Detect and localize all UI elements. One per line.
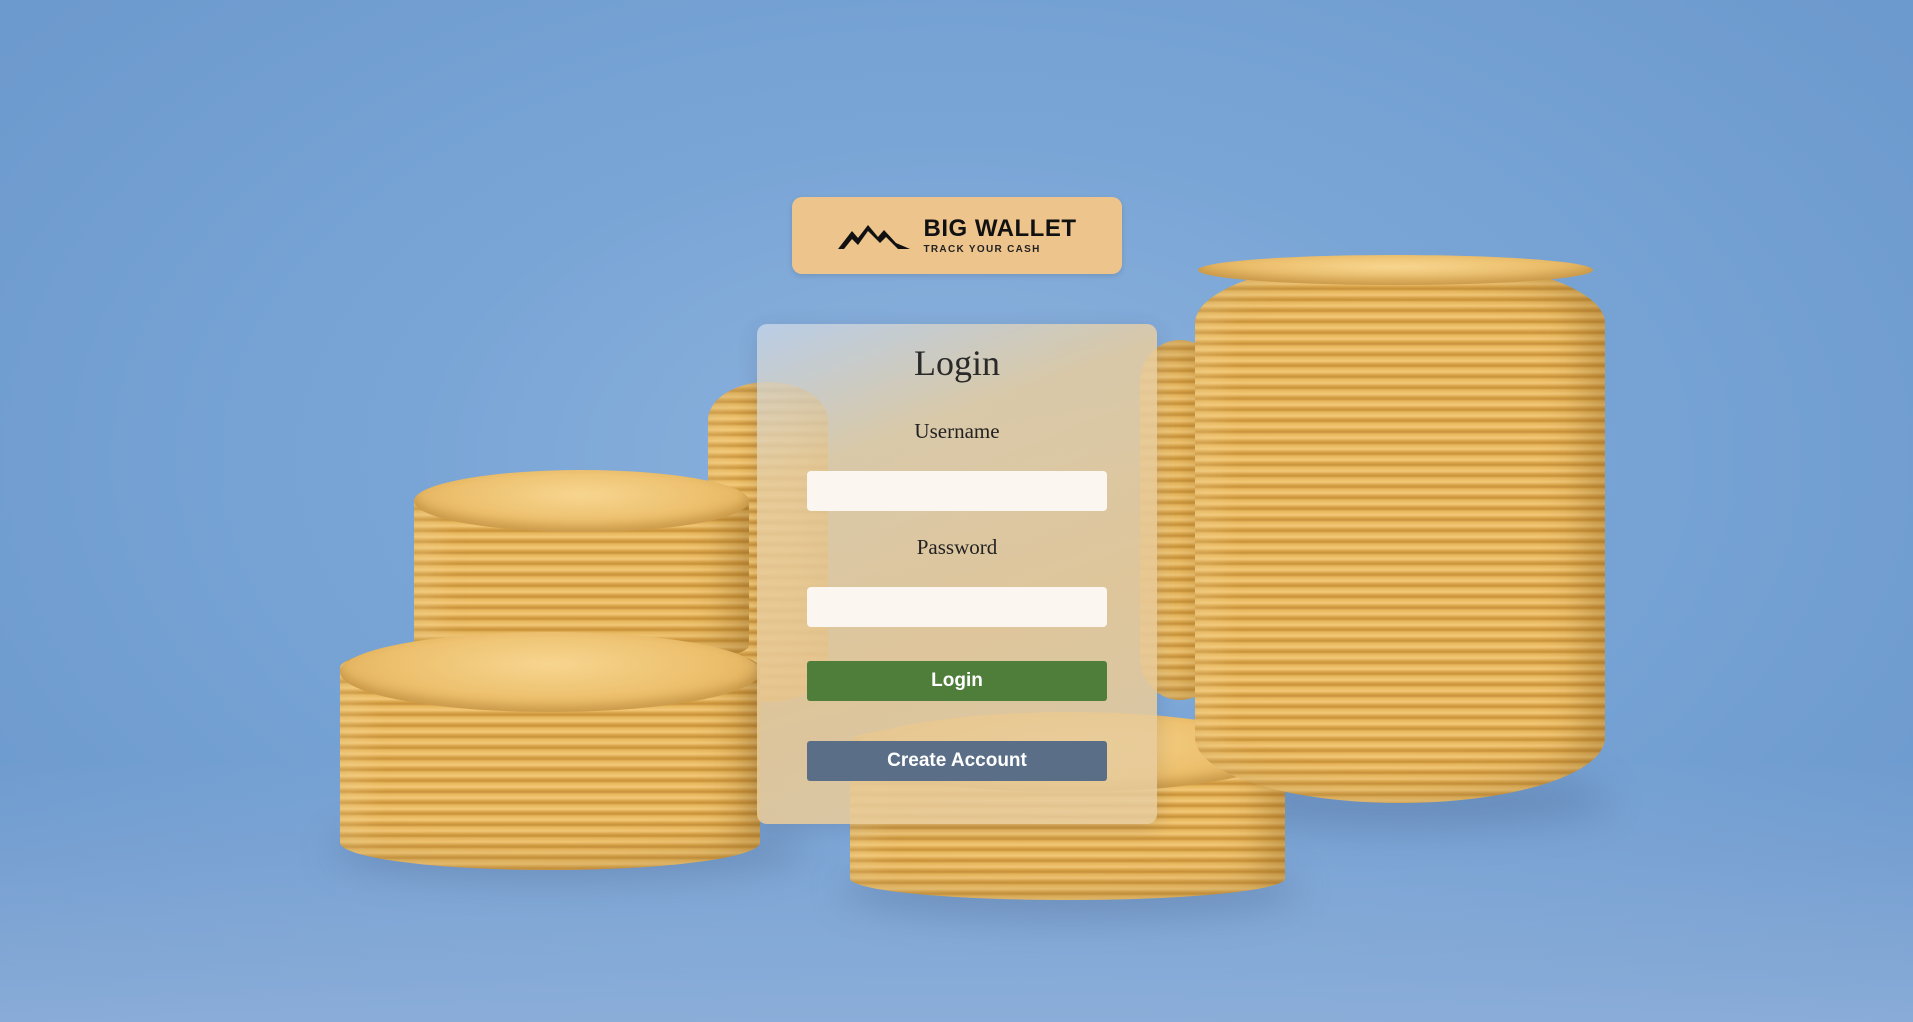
- login-card: Login Username Password Login Create Acc…: [757, 324, 1157, 824]
- password-label: Password: [916, 535, 998, 559]
- logo-tagline: TRACK YOUR CASH: [923, 243, 1041, 255]
- brand-logo: BIG WALLET TRACK YOUR CASH: [792, 197, 1122, 274]
- username-label: Username: [914, 419, 1000, 443]
- password-input[interactable]: [807, 587, 1107, 627]
- login-button[interactable]: Login: [807, 661, 1107, 701]
- login-title: Login: [914, 343, 1000, 383]
- mountains-icon: [837, 224, 910, 249]
- logo-title: BIG WALLET: [923, 214, 1077, 242]
- logo-text: BIG WALLET TRACK YOUR CASH: [923, 214, 1077, 255]
- username-input[interactable]: [807, 471, 1107, 511]
- create-account-button[interactable]: Create Account: [807, 741, 1107, 781]
